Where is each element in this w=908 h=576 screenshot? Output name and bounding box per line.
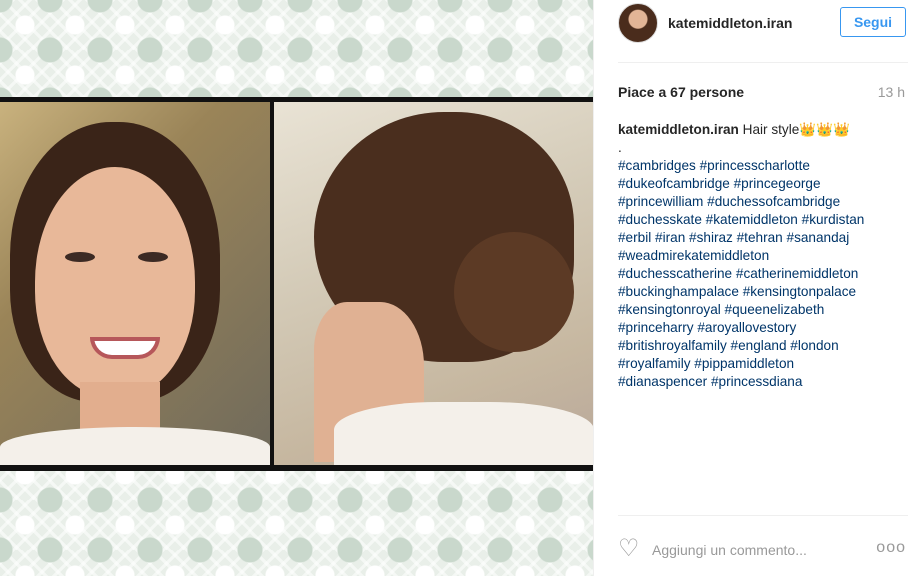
- post-media[interactable]: [0, 0, 593, 576]
- hashtag-line[interactable]: #dukeofcambridge #princegeorge: [618, 175, 906, 193]
- hashtag-line[interactable]: #duchesscatherine #catherinemiddleton: [618, 265, 906, 283]
- hashtag-line[interactable]: #princewilliam #duchessofcambridge: [618, 193, 906, 211]
- photo-collage: [0, 97, 593, 471]
- hairstyle-photo: [274, 102, 593, 465]
- hashtag-line[interactable]: #kensingtonroyal #queenelizabeth: [618, 301, 906, 319]
- caption-username[interactable]: katemiddleton.iran: [618, 122, 739, 137]
- heart-outline-icon[interactable]: ♡: [618, 537, 642, 561]
- hashtag-line[interactable]: #dianaspencer #princessdiana: [618, 373, 906, 391]
- hashtag-line[interactable]: #royalfamily #pippamiddleton: [618, 355, 906, 373]
- avatar[interactable]: [618, 3, 658, 43]
- hashtag-line[interactable]: #duchesskate #katemiddleton #kurdistan: [618, 211, 906, 229]
- follow-button[interactable]: Segui: [840, 7, 906, 37]
- caption-dot: .: [618, 140, 622, 155]
- username-link[interactable]: katemiddleton.iran: [668, 15, 792, 31]
- post-time: 13 h: [877, 84, 905, 100]
- caption-text: Hair style👑👑👑: [742, 122, 851, 137]
- divider: [618, 515, 908, 516]
- hashtag-line[interactable]: #weadmirekatemiddleton: [618, 247, 906, 265]
- likes-count[interactable]: Piace a 67 persone: [618, 84, 744, 100]
- hashtag-line[interactable]: #cambridges #princesscharlotte: [618, 157, 906, 175]
- portrait-photo: [0, 102, 270, 465]
- post-header: katemiddleton.iran Segui: [594, 0, 908, 62]
- more-options-icon[interactable]: ooo: [876, 539, 906, 557]
- hashtag-line[interactable]: #princeharry #aroyallovestory: [618, 319, 906, 337]
- caption: katemiddleton.iran Hair style👑👑👑 . #camb…: [618, 121, 906, 391]
- comment-bar: ♡ ooo: [594, 525, 908, 576]
- hashtag-list: #cambridges #princesscharlotte #dukeofcam…: [618, 157, 906, 391]
- divider: [618, 62, 908, 63]
- post-sidebar: katemiddleton.iran Segui Piace a 67 pers…: [593, 0, 908, 576]
- comment-input[interactable]: [652, 541, 832, 559]
- hashtag-line[interactable]: #buckinghampalace #kensingtonpalace: [618, 283, 906, 301]
- hashtag-line[interactable]: #britishroyalfamily #england #london: [618, 337, 906, 355]
- hashtag-line[interactable]: #erbil #iran #shiraz #tehran #sanandaj: [618, 229, 906, 247]
